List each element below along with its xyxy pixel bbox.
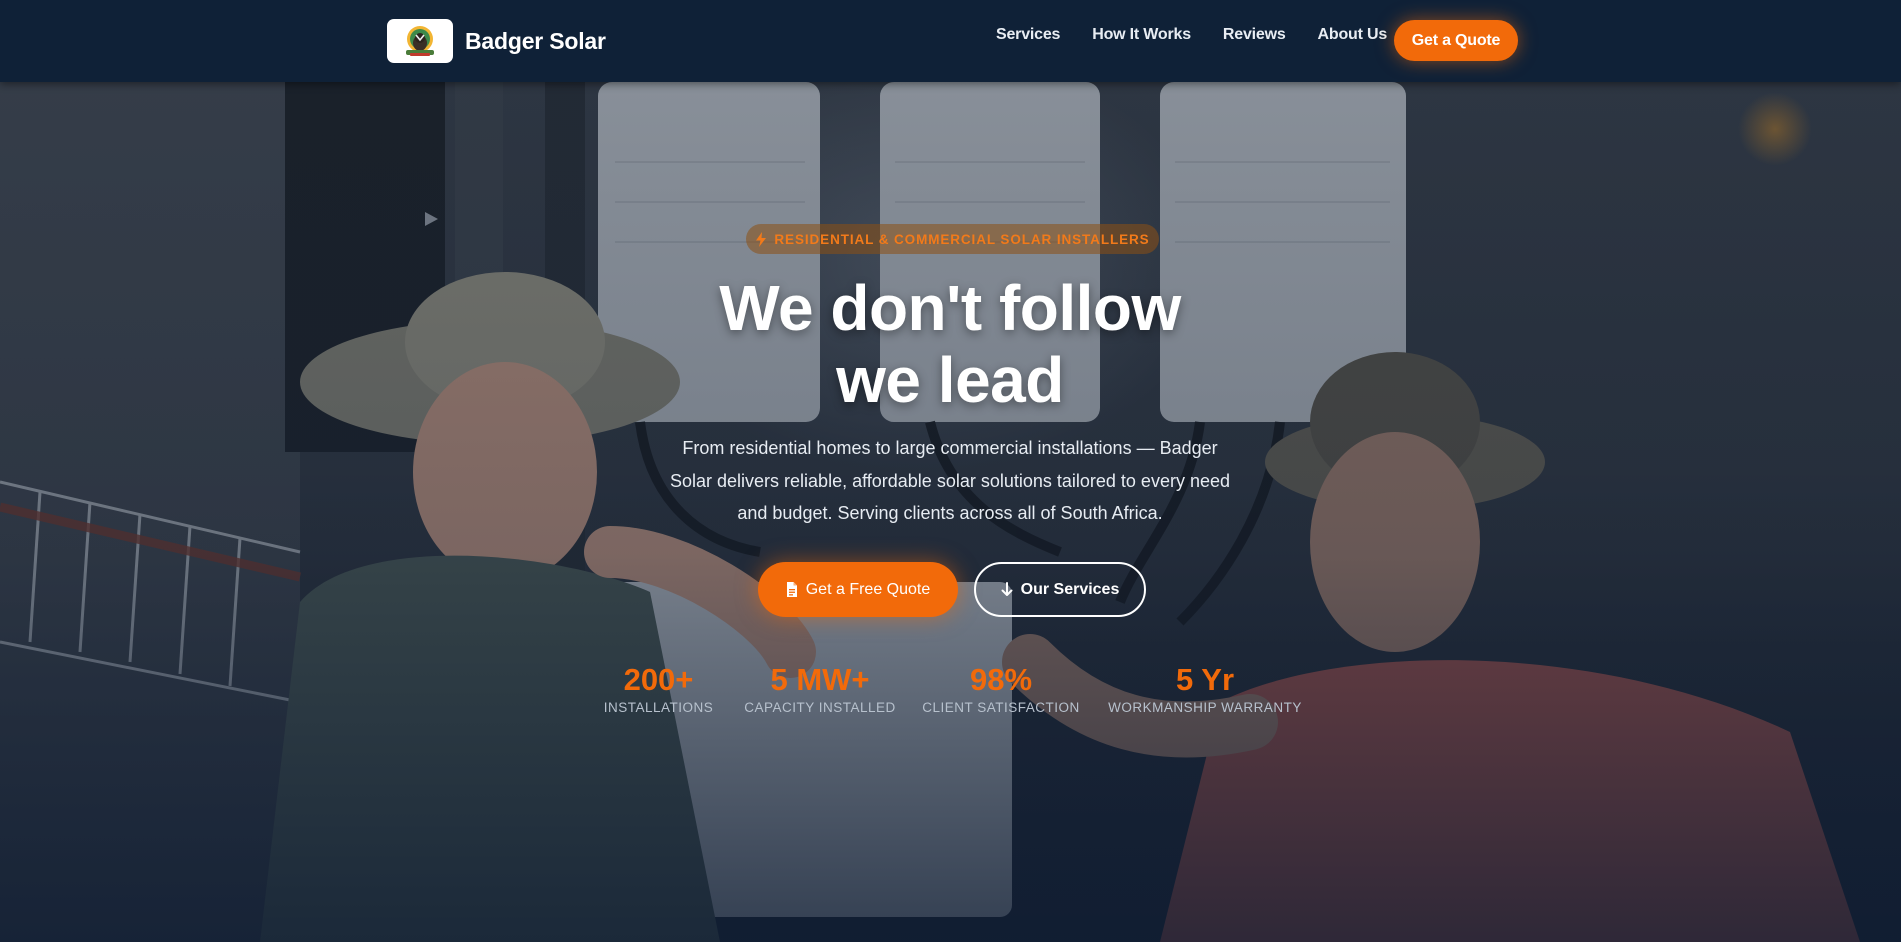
get-free-quote-label: Get a Free Quote xyxy=(805,580,931,598)
our-services-label: Our Services xyxy=(1020,580,1120,598)
hero-badge-text: RESIDENTIAL & COMMERCIAL SOLAR INSTALLER… xyxy=(774,231,1150,247)
stat-value: 5 Yr xyxy=(1175,662,1235,697)
main-menu: Services How It Works Reviews About Us xyxy=(996,26,1387,44)
sun-glow-decoration xyxy=(1738,92,1812,166)
hero-badge: RESIDENTIAL & COMMERCIAL SOLAR INSTALLER… xyxy=(746,224,1159,254)
stat-label: INSTALLATIONS xyxy=(603,700,714,715)
stat-value: 5 MW+ xyxy=(770,662,870,697)
nav-link-reviews[interactable]: Reviews xyxy=(1223,26,1286,44)
stat-value: 98% xyxy=(969,662,1033,697)
hero-headline: We don't follow we lead xyxy=(550,272,1350,416)
stat-installations: 200+ INSTALLATIONS xyxy=(596,662,721,715)
stat-label: CLIENT SATISFACTION xyxy=(922,700,1080,715)
brand-home-link[interactable]: Badger Solar xyxy=(387,19,606,63)
badger-logo-icon xyxy=(387,19,453,63)
get-a-quote-button[interactable]: Get a Quote xyxy=(1394,20,1518,61)
brand-name: Badger Solar xyxy=(465,27,606,54)
hero-headline-line-2: we lead xyxy=(836,344,1064,416)
hero-headline-line-1: We don't follow xyxy=(719,272,1181,344)
hero-section: RESIDENTIAL & COMMERCIAL SOLAR INSTALLER… xyxy=(0,82,1901,942)
hero-lead-paragraph: From residential homes to large commerci… xyxy=(670,438,1230,523)
nav-link-about-us[interactable]: About Us xyxy=(1318,26,1388,44)
top-navigation: Badger Solar Services How It Works Revie… xyxy=(0,0,1901,82)
lightning-bolt-icon xyxy=(756,231,767,247)
nav-link-how-it-works[interactable]: How It Works xyxy=(1092,26,1191,44)
stat-satisfaction: 98% CLIENT SATISFACTION xyxy=(920,662,1082,715)
stat-label: CAPACITY INSTALLED xyxy=(744,700,896,715)
stat-label: WORKMANSHIP WARRANTY xyxy=(1108,700,1302,715)
our-services-button[interactable]: Our Services xyxy=(974,562,1146,617)
stat-capacity: 5 MW+ CAPACITY INSTALLED xyxy=(742,662,898,715)
hero-stats: 200+ INSTALLATIONS 5 MW+ CAPACITY INSTAL… xyxy=(0,662,1901,722)
document-icon xyxy=(786,582,797,597)
arrow-down-icon xyxy=(1001,582,1013,596)
get-free-quote-button[interactable]: Get a Free Quote xyxy=(758,562,958,617)
stat-value: 200+ xyxy=(623,662,694,697)
stat-warranty: 5 Yr WORKMANSHIP WARRANTY xyxy=(1106,662,1304,715)
nav-link-services[interactable]: Services xyxy=(996,26,1060,44)
